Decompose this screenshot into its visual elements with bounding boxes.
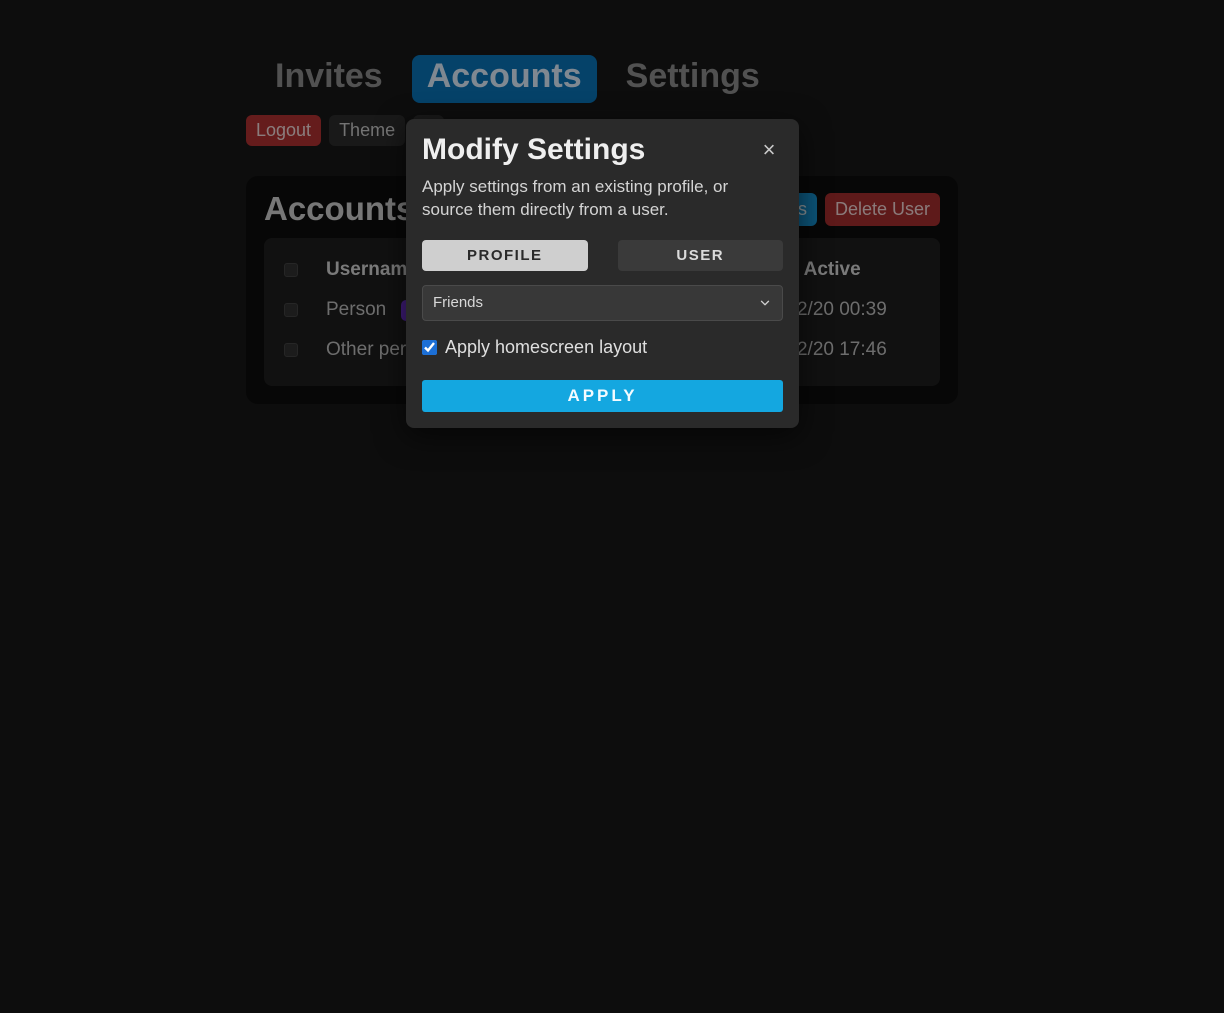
- modal-title: Modify Settings: [422, 133, 755, 166]
- source-segmented-control: PROFILE USER: [422, 240, 783, 271]
- select-value: Friends: [433, 294, 758, 311]
- apply-homescreen-row[interactable]: Apply homescreen layout: [422, 337, 783, 358]
- apply-homescreen-checkbox[interactable]: [422, 340, 437, 355]
- modify-settings-modal: Modify Settings × Apply settings from an…: [406, 119, 799, 428]
- chevron-down-icon: [758, 296, 772, 310]
- segment-user[interactable]: USER: [618, 240, 784, 271]
- close-icon[interactable]: ×: [755, 137, 783, 163]
- profile-select[interactable]: Friends: [422, 285, 783, 321]
- modal-description: Apply settings from an existing profile,…: [422, 176, 783, 222]
- apply-homescreen-label: Apply homescreen layout: [445, 337, 647, 358]
- segment-profile[interactable]: PROFILE: [422, 240, 588, 271]
- apply-button[interactable]: APPLY: [422, 380, 783, 412]
